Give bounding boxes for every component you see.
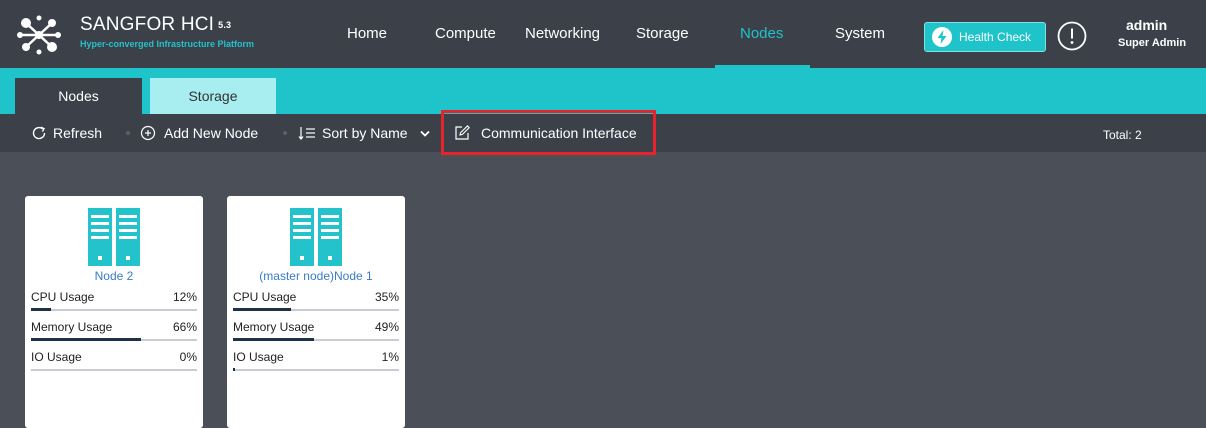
refresh-label: Refresh <box>53 125 103 141</box>
usage-bar-track <box>31 338 197 341</box>
user-role: Super Admin <box>1118 37 1187 49</box>
nav-networking[interactable]: Networking <box>525 0 600 68</box>
metric-label: CPU Usage <box>31 290 95 304</box>
usage-bar-fill <box>233 368 236 371</box>
nav-nodes[interactable]: Nodes <box>740 0 783 68</box>
node-card[interactable]: Node 2 CPU Usage 12% Memory Usage 66% IO… <box>25 196 203 428</box>
usage-bar-track <box>31 308 197 311</box>
user-name[interactable]: admin <box>1126 17 1167 33</box>
lightning-icon <box>932 27 952 47</box>
sort-by-name-dropdown[interactable]: Sort by Name <box>298 114 432 152</box>
toolbar-separator <box>126 131 130 135</box>
brand-title: SANGFOR HCI 5.3 <box>80 14 254 36</box>
sangfor-logo-icon <box>17 15 61 55</box>
refresh-icon <box>32 126 46 140</box>
usage-bar-fill <box>233 338 315 341</box>
usage-bar-track <box>233 368 399 371</box>
usage-bar-fill <box>233 308 292 311</box>
sort-by-name-label: Sort by Name <box>322 125 408 141</box>
usage-bar-fill <box>31 338 141 341</box>
add-new-node-label: Add New Node <box>164 125 259 141</box>
metric-value: 35% <box>374 290 399 304</box>
node-name[interactable]: (master node)Node 1 <box>227 269 405 283</box>
tab-strip: Nodes Storage <box>0 68 1206 114</box>
plus-circle-icon <box>140 125 156 141</box>
metric-label: IO Usage <box>233 350 284 364</box>
nav-storage[interactable]: Storage <box>636 0 689 68</box>
metric-value: 1% <box>381 350 399 364</box>
server-icon <box>88 208 140 266</box>
sort-icon <box>298 127 315 140</box>
node-name[interactable]: Node 2 <box>25 269 203 283</box>
usage-bar-track <box>233 308 399 311</box>
usage-bar-track <box>233 338 399 341</box>
metric-value: 49% <box>374 320 399 334</box>
nav-system[interactable]: System <box>835 0 885 68</box>
exclamation-circle-icon[interactable] <box>1056 20 1088 52</box>
metric-value: 66% <box>172 320 197 334</box>
health-check-label: Health Check <box>959 30 1032 44</box>
node-card[interactable]: (master node)Node 1 CPU Usage 35% Memory… <box>227 196 405 428</box>
tab-nodes[interactable]: Nodes <box>15 78 142 114</box>
usage-bar-fill <box>31 308 51 311</box>
top-header: SANGFOR HCI 5.3 Hyper-converged Infrastru… <box>0 0 1206 68</box>
nav-home[interactable]: Home <box>347 0 387 68</box>
nav-compute[interactable]: Compute <box>435 0 496 68</box>
highlight-box <box>441 110 656 155</box>
brand: SANGFOR HCI 5.3 Hyper-converged Infrastru… <box>80 14 254 49</box>
brand-subtitle: Hyper-converged Infrastructure Platform <box>80 39 255 49</box>
server-icon <box>290 208 342 266</box>
toolbar-separator <box>283 131 287 135</box>
metric-label: IO Usage <box>31 350 82 364</box>
usage-bar-track <box>31 369 197 371</box>
brand-version: 5.3 <box>218 20 232 30</box>
metric-label: CPU Usage <box>233 290 297 304</box>
metric-value: 12% <box>172 290 197 304</box>
brand-name: SANGFOR HCI <box>80 14 215 35</box>
tab-storage[interactable]: Storage <box>150 78 276 114</box>
refresh-button[interactable]: Refresh <box>31 114 111 152</box>
metric-label: Memory Usage <box>31 320 113 334</box>
metric-label: Memory Usage <box>233 320 315 334</box>
add-new-node-button[interactable]: Add New Node <box>140 114 268 152</box>
total-count: Total: 2 <box>1103 128 1142 142</box>
chevron-down-icon <box>420 130 430 137</box>
metric-value: 0% <box>179 350 197 364</box>
health-check-button[interactable]: Health Check <box>924 22 1046 52</box>
